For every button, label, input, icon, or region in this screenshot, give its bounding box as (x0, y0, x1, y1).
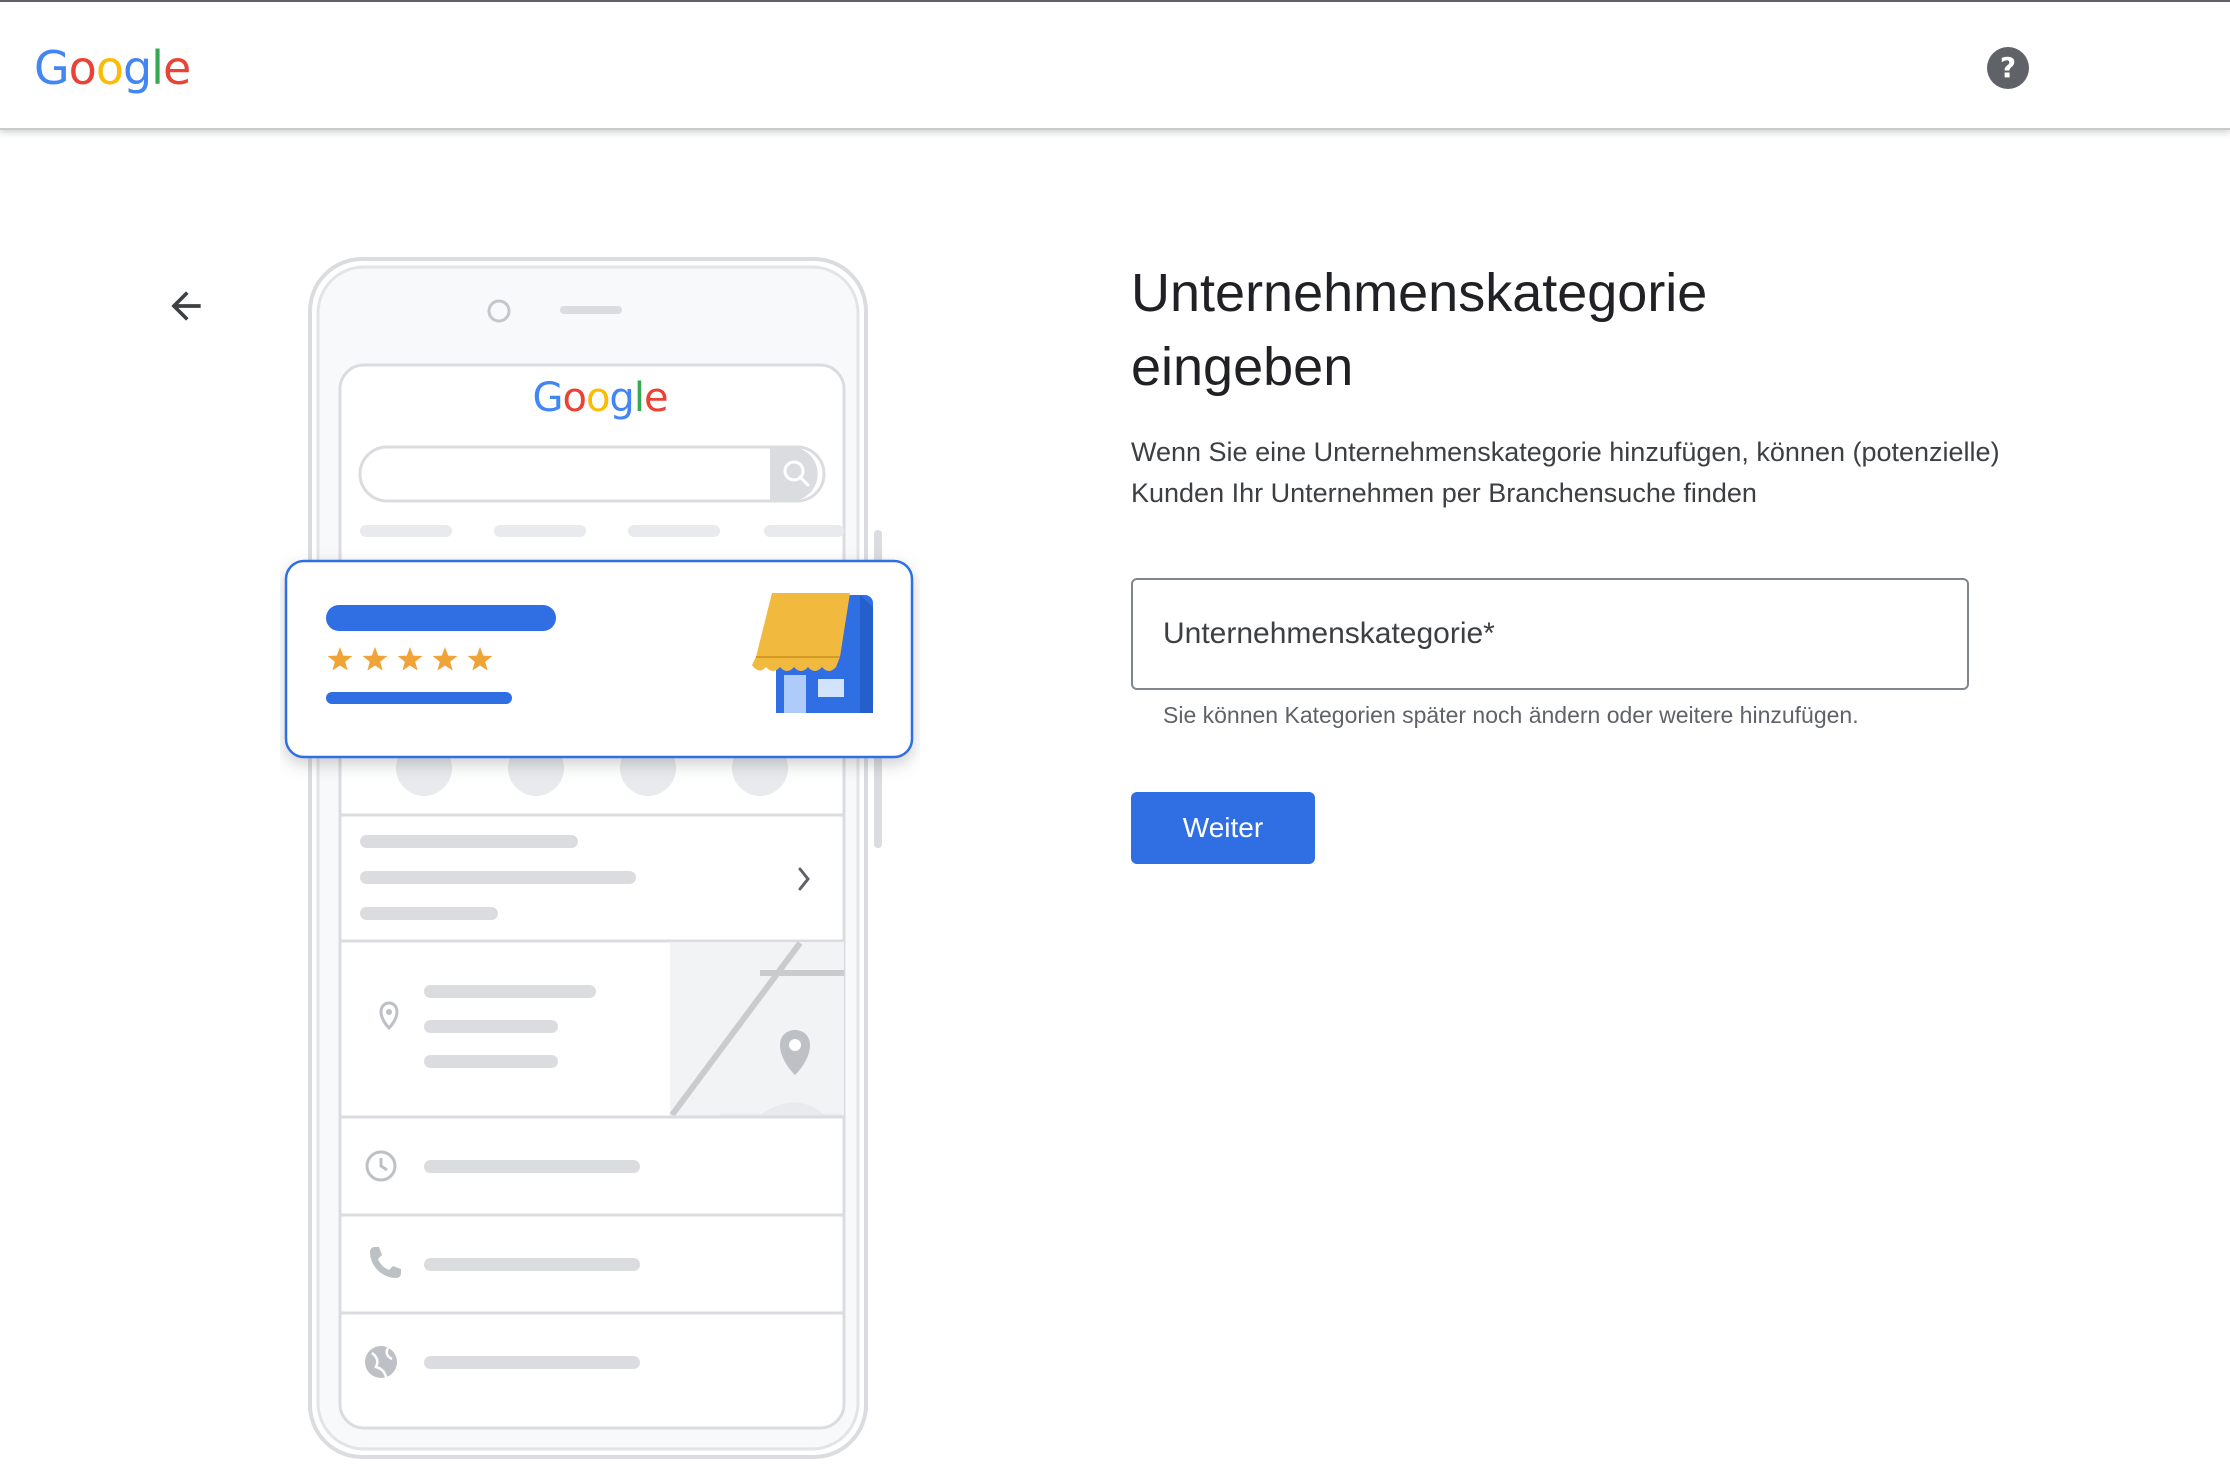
logo-letter: g (122, 41, 152, 95)
business-name-bar (326, 605, 556, 631)
field-hint: Sie können Kategorien später noch ändern… (1163, 702, 1859, 728)
logo-letter: o (95, 41, 124, 95)
logo-letter: l (151, 41, 164, 95)
globe-icon (365, 1346, 397, 1378)
logo-letter: e (162, 41, 191, 95)
logo-letter: G (532, 375, 563, 421)
phone-google-logo: Google (280, 375, 920, 421)
help-icon[interactable]: ? (1987, 47, 2029, 89)
map-thumbnail (669, 941, 844, 1117)
phone-search-bar (358, 445, 826, 503)
website-placeholder (424, 1356, 640, 1369)
back-arrow-icon[interactable] (164, 284, 208, 328)
hours-placeholder (424, 1160, 640, 1173)
business-info-bar (326, 692, 512, 704)
logo-letter: l (633, 375, 645, 421)
business-category-input[interactable] (1163, 580, 1943, 688)
business-category-field[interactable] (1131, 578, 1969, 690)
logo-letter: o (562, 375, 587, 421)
google-logo[interactable]: Google (34, 38, 191, 98)
logo-letter: o (585, 375, 611, 421)
business-card (284, 559, 914, 759)
logo-letter: e (643, 375, 669, 421)
top-bar: Google ? (0, 2, 2230, 130)
page-title: Unternehmenskategorie eingeben (1131, 263, 1708, 397)
page-description: Wenn Sie eine Unternehmenskategorie hinz… (1131, 437, 2000, 508)
logo-letter: G (34, 41, 70, 95)
business-profile-illustration: Google (280, 255, 920, 1465)
logo-letter: g (609, 375, 634, 421)
next-button[interactable]: Weiter (1131, 792, 1315, 864)
logo-letter: o (68, 41, 97, 95)
phone-number-placeholder (424, 1258, 640, 1271)
